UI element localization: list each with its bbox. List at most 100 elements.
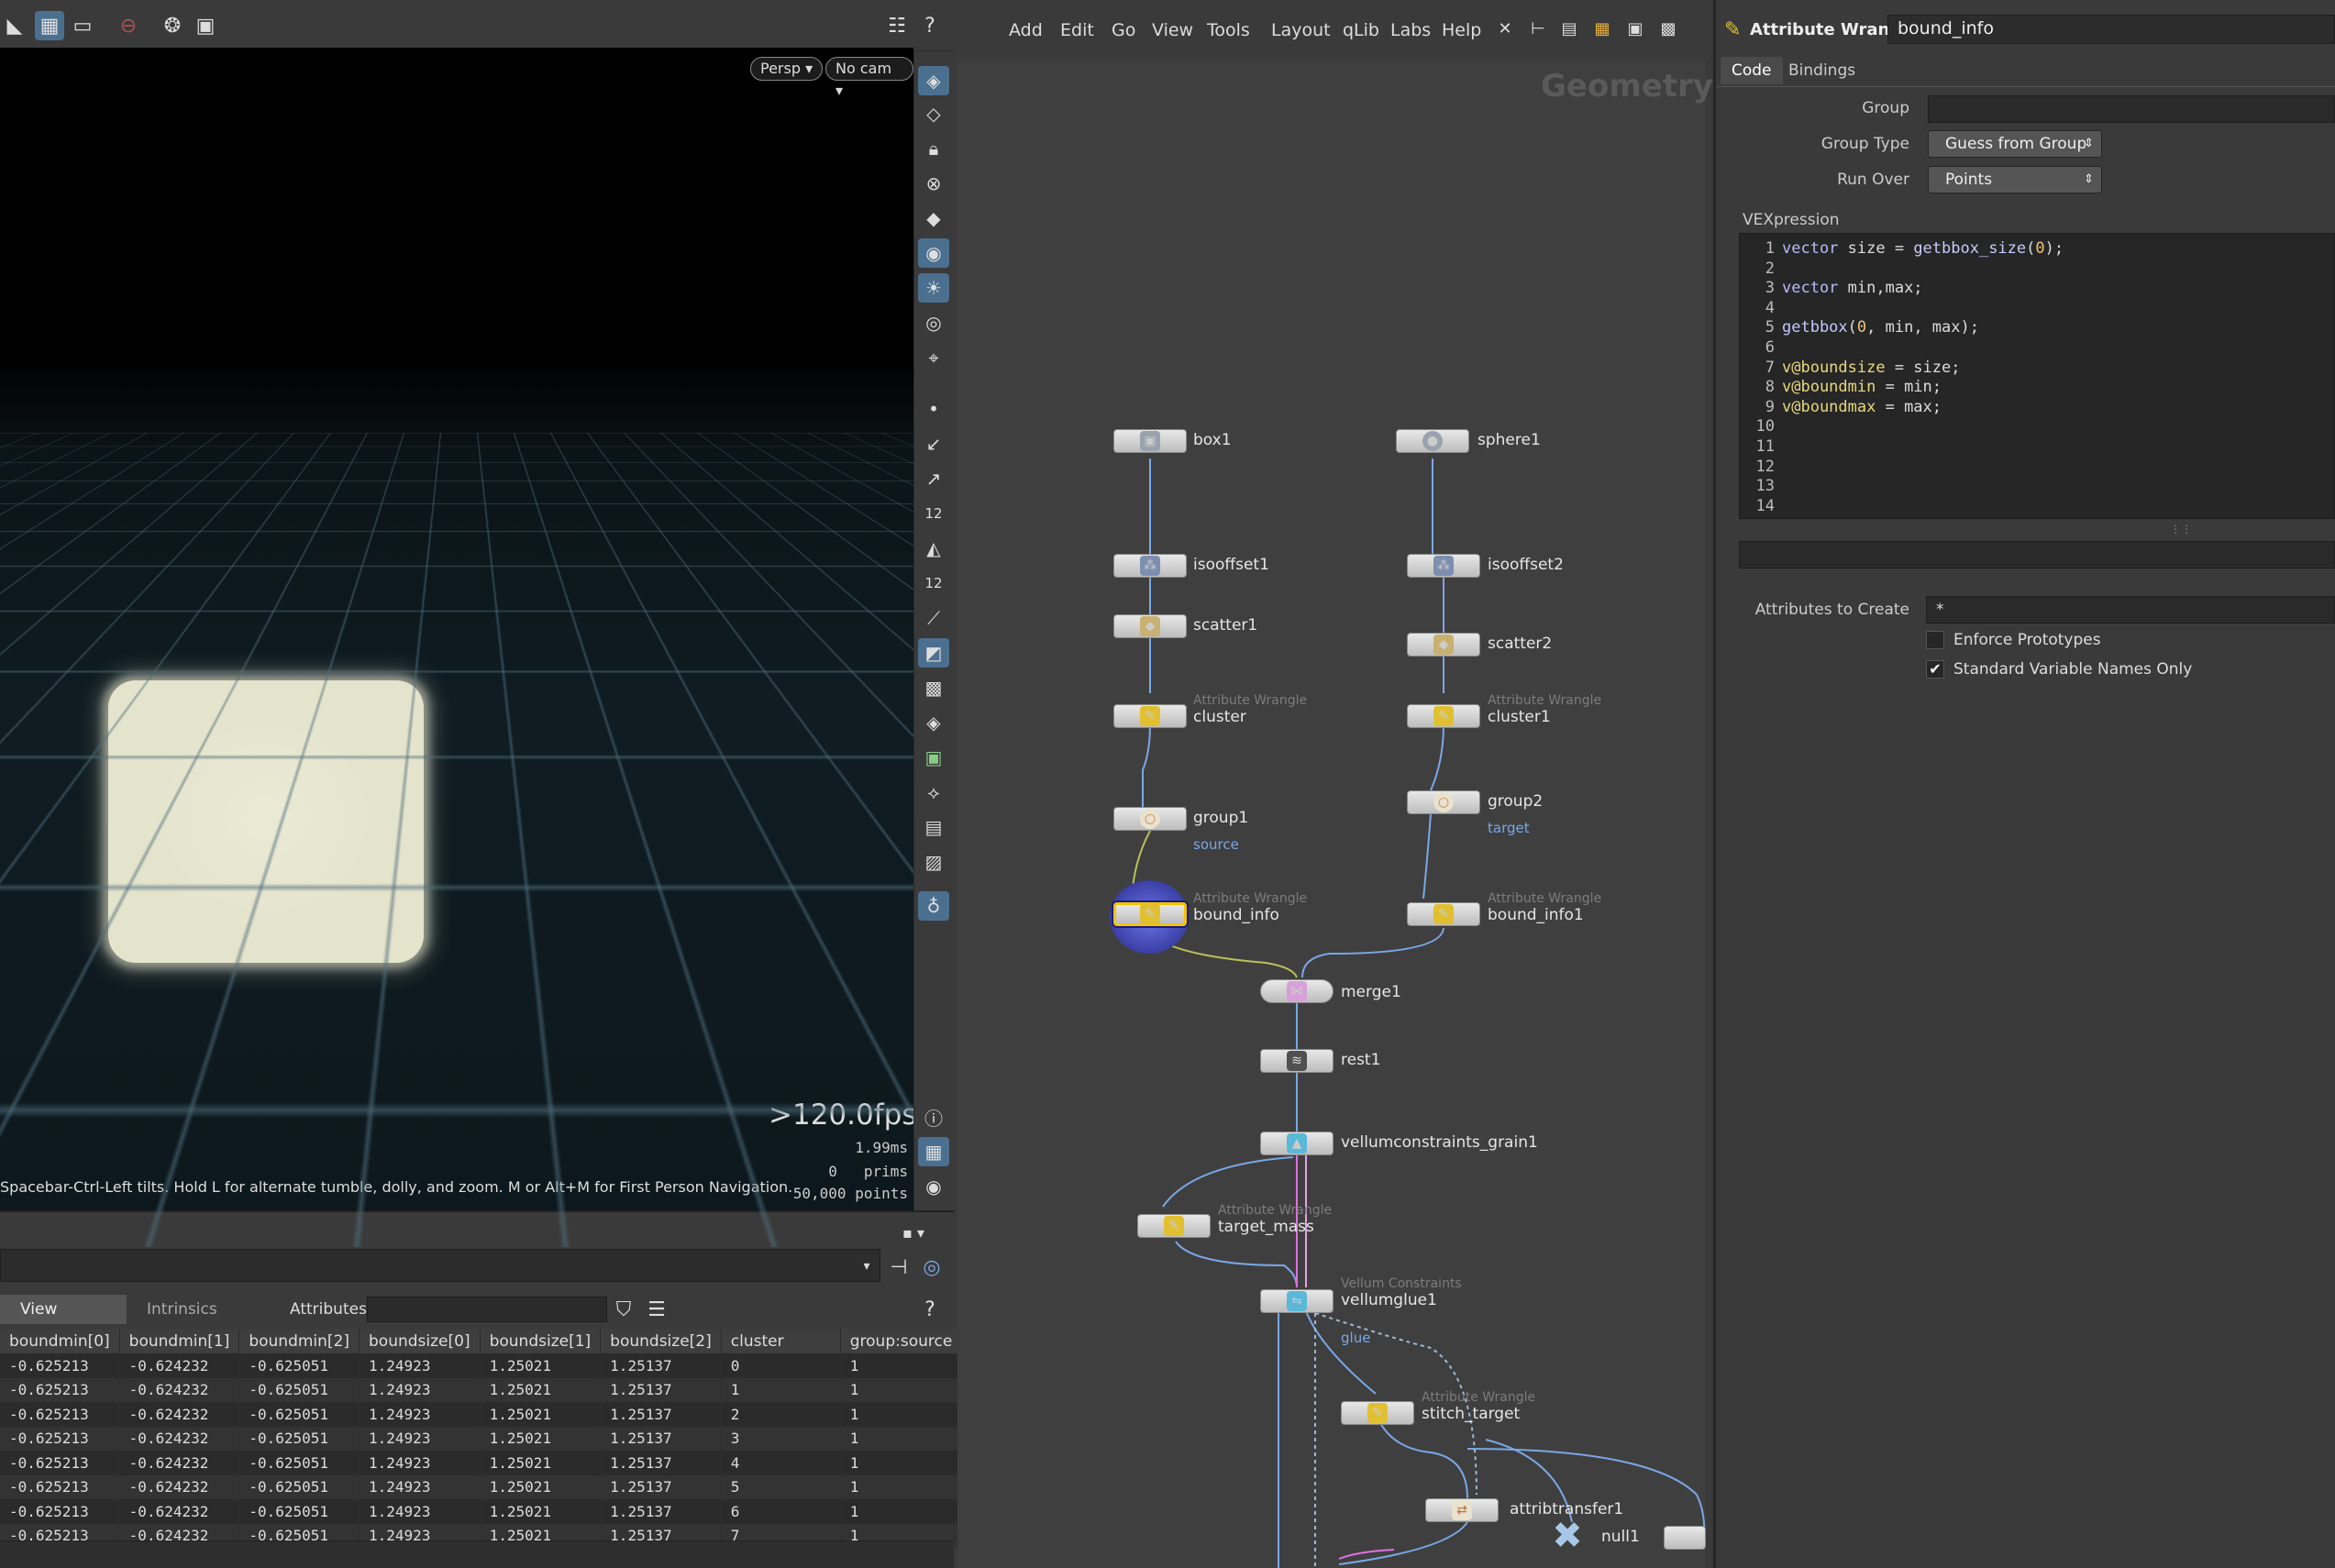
- numbers-display-icon[interactable]: 12: [918, 499, 949, 528]
- tab-view[interactable]: View: [0, 1295, 127, 1324]
- lock-camera-icon[interactable]: 🔒︎: [918, 134, 949, 163]
- node-bound-info[interactable]: ✎: [1113, 902, 1187, 926]
- code-line[interactable]: v@boundmin = min;: [1782, 378, 1942, 396]
- menu-go[interactable]: Go: [1112, 20, 1135, 40]
- table-row[interactable]: -0.625213 -0.624232 -0.625051 1.24923 1.2502…: [0, 1402, 963, 1427]
- vex-code-editor[interactable]: 1 vector size = getbbox_size(0); 2 3 vector …: [1739, 233, 2335, 519]
- stop-icon[interactable]: ⊖: [114, 11, 143, 40]
- table-row[interactable]: -0.625213 -0.624232 -0.625051 1.24923 1.2502…: [0, 1499, 963, 1524]
- column-header[interactable]: boundmin[1]: [119, 1330, 240, 1353]
- spreadsheet-node-path[interactable]: ▾: [0, 1249, 880, 1282]
- spreadsheet-help-icon[interactable]: ?: [915, 1295, 945, 1324]
- prim-numbers-icon[interactable]: 12: [918, 569, 949, 598]
- node-cluster[interactable]: ✎: [1113, 704, 1187, 728]
- resize-handle-icon[interactable]: ⋮⋮: [2170, 523, 2192, 536]
- background-image-icon[interactable]: ▨: [918, 847, 949, 877]
- viewport-canvas[interactable]: Persp ▾ No cam ▾ >120.0fps 1.99ms 0 prim…: [0, 48, 913, 1247]
- checker-icon[interactable]: ▩: [918, 673, 949, 702]
- column-header[interactable]: cluster: [721, 1330, 841, 1353]
- guide-icon[interactable]: ▣: [918, 743, 949, 772]
- node-merge1[interactable]: ⋈: [1260, 979, 1333, 1003]
- menu-labs[interactable]: Labs: [1390, 20, 1431, 40]
- menu-edit[interactable]: Edit: [1060, 20, 1094, 40]
- table-row[interactable]: -0.625213 -0.624232 -0.625051 1.24923 1.2502…: [0, 1474, 963, 1499]
- network-editor[interactable]: [957, 0, 1706, 1568]
- uv-display-icon[interactable]: ⟋: [918, 603, 949, 633]
- code-line[interactable]: vector size = getbbox_size(0);: [1782, 239, 2064, 258]
- filter-icon[interactable]: ⛉: [609, 1295, 638, 1324]
- node-bound-info1[interactable]: ✎: [1407, 902, 1480, 926]
- grid-view-icon[interactable]: ▣: [1623, 17, 1647, 40]
- code-line[interactable]: getbbox(0, min, max);: [1782, 318, 1979, 337]
- tree-view-icon[interactable]: ⊢: [1526, 17, 1550, 40]
- help-icon[interactable]: ?: [915, 11, 945, 40]
- column-header[interactable]: boundsize[1]: [480, 1330, 602, 1353]
- eye-icon[interactable]: ◎: [918, 308, 949, 337]
- backface-icon[interactable]: ◩: [918, 638, 949, 668]
- camera-tools-icon[interactable]: ⌖: [918, 343, 949, 372]
- node-stitch-target[interactable]: ✎: [1341, 1401, 1414, 1425]
- vectors-display-icon[interactable]: ↗: [918, 464, 949, 493]
- node-isooffset2[interactable]: ⁂: [1407, 554, 1480, 578]
- node-rest1[interactable]: ≋: [1260, 1049, 1333, 1073]
- node-cluster1[interactable]: ✎: [1407, 704, 1480, 728]
- prim-display-icon[interactable]: ◭: [918, 534, 949, 563]
- quad-view-icon[interactable]: ▦: [918, 1137, 949, 1166]
- camera-menu[interactable]: No cam ▾: [825, 57, 913, 99]
- attributes-to-create-input[interactable]: *: [1926, 596, 2335, 624]
- viewport-layout-icon[interactable]: ▭: [68, 11, 97, 40]
- visibility-icon[interactable]: ◉: [918, 1172, 949, 1201]
- enforce-prototypes-checkbox[interactable]: [1926, 631, 1944, 649]
- headlight-icon[interactable]: ◉: [918, 238, 949, 268]
- node-group1[interactable]: ○: [1113, 807, 1187, 831]
- table-row[interactable]: -0.625213 -0.624232 -0.625051 1.24923 1.2502…: [0, 1426, 963, 1451]
- column-header[interactable]: boundsize[2]: [600, 1330, 722, 1353]
- tab-intrinsics[interactable]: Intrinsics: [127, 1295, 282, 1324]
- run-over-menu[interactable]: Points ⇕: [1928, 166, 2102, 193]
- menu-view[interactable]: View: [1152, 20, 1193, 40]
- node-name-field[interactable]: bound_info: [1887, 15, 2335, 44]
- node-sphere1[interactable]: ●: [1396, 429, 1469, 453]
- info-icon[interactable]: ⓘ: [918, 1102, 949, 1132]
- column-header[interactable]: group:source: [840, 1330, 963, 1353]
- code-line[interactable]: v@boundsize = size;: [1782, 359, 1960, 377]
- node-vellumglue1[interactable]: ⇋: [1260, 1289, 1333, 1313]
- perspective-menu[interactable]: Persp ▾: [750, 57, 824, 81]
- reference-plane-icon[interactable]: ◇: [918, 99, 949, 128]
- column-options-icon[interactable]: ☰: [642, 1295, 671, 1324]
- snapshot-icon[interactable]: ❂: [158, 11, 187, 40]
- group-type-menu[interactable]: Guess from Group ⇕: [1928, 130, 2102, 158]
- node-scatter2[interactable]: ◆: [1407, 633, 1480, 657]
- pin-icon[interactable]: ⊣: [884, 1253, 913, 1282]
- menu-add[interactable]: Add: [1009, 20, 1043, 40]
- menu-tools[interactable]: Tools: [1207, 20, 1250, 40]
- clear-icon[interactable]: ⊗: [918, 169, 949, 198]
- list-view-icon[interactable]: ▤: [1557, 17, 1581, 40]
- table-row[interactable]: -0.625213 -0.624232 -0.625051 1.24923 1.2502…: [0, 1451, 963, 1475]
- column-header[interactable]: boundsize[0]: [359, 1330, 481, 1353]
- node-offscreen[interactable]: [1664, 1526, 1706, 1550]
- menu-help[interactable]: Help: [1442, 20, 1481, 40]
- network-options-icon[interactable]: ▩: [1656, 17, 1680, 40]
- color-palette-icon[interactable]: ▦: [1590, 17, 1614, 40]
- points-display-icon[interactable]: •: [918, 394, 949, 424]
- node-box1[interactable]: ▣: [1113, 429, 1187, 453]
- code-line[interactable]: vector min,max;: [1782, 279, 1923, 297]
- code-line[interactable]: v@boundmax = max;: [1782, 398, 1942, 416]
- node-attribtransfer1[interactable]: ⇄: [1425, 1498, 1499, 1522]
- handles-icon[interactable]: ⟡: [918, 778, 949, 807]
- template-icon[interactable]: ◈: [918, 708, 949, 737]
- tab-bindings[interactable]: Bindings: [1777, 57, 1866, 84]
- column-header[interactable]: boundmin[2]: [238, 1330, 360, 1353]
- node-group2[interactable]: ○: [1407, 790, 1480, 814]
- camera-icon[interactable]: ◣: [0, 11, 29, 40]
- wrench-icon[interactable]: ✕: [1493, 17, 1517, 40]
- lighting-icon[interactable]: ☀: [918, 273, 949, 303]
- light-bulb-icon[interactable]: ♁: [918, 891, 949, 921]
- node-scatter1[interactable]: ◆: [1113, 614, 1187, 638]
- pane-menu-icon[interactable]: ▪ ▾: [899, 1218, 928, 1247]
- attribute-table[interactable]: boundmin[0] boundmin[1] boundmin[2] boundsi…: [0, 1330, 963, 1548]
- null-icon[interactable]: ✖: [1544, 1515, 1590, 1557]
- attributes-filter-input[interactable]: [367, 1297, 607, 1322]
- tab-code[interactable]: Code: [1721, 57, 1783, 84]
